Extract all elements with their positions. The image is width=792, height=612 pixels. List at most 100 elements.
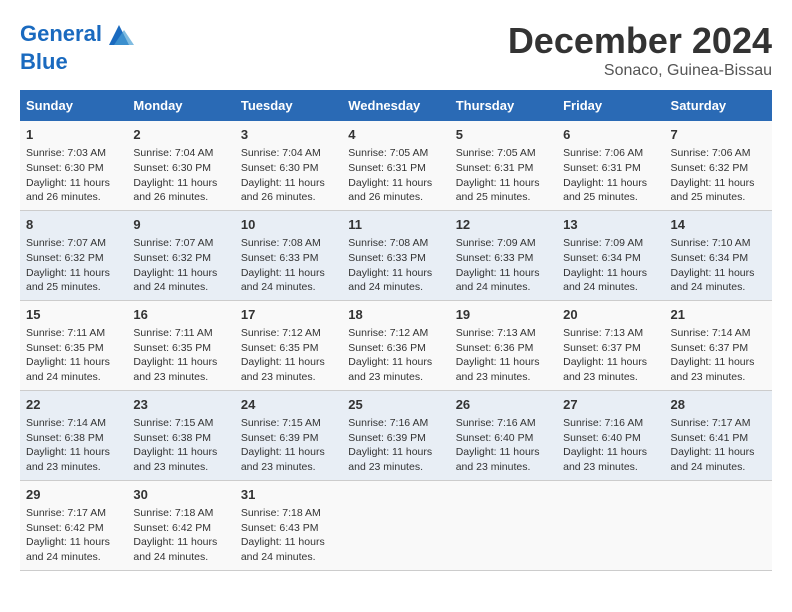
sunset: Sunset: 6:33 PM: [241, 252, 319, 264]
sunset: Sunset: 6:32 PM: [133, 252, 211, 264]
daylight: Daylight: 11 hours and 24 minutes.: [348, 267, 432, 294]
daylight: Daylight: 11 hours and 25 minutes.: [671, 177, 755, 204]
sunset: Sunset: 6:35 PM: [241, 342, 319, 354]
day-number: 23: [133, 396, 228, 414]
calendar-day-cell: 21Sunrise: 7:14 AMSunset: 6:37 PMDayligh…: [665, 300, 772, 390]
calendar-week-row: 1 Sunrise: 7:03 AM Sunset: 6:30 PM Daylight…: [20, 121, 772, 210]
daylight: Daylight: 11 hours and 23 minutes.: [348, 446, 432, 473]
calendar-day-cell: 25Sunrise: 7:16 AMSunset: 6:39 PMDayligh…: [342, 390, 449, 480]
day-number: 7: [671, 126, 766, 144]
day-number: 22: [26, 396, 121, 414]
weekday-header: Friday: [557, 90, 664, 121]
calendar-day-cell: 19 Sunrise: 7:13 AM Sunset: 6:36 PM Dayligh…: [450, 300, 557, 390]
sunset: Sunset: 6:40 PM: [456, 432, 534, 444]
sunrise: Sunrise: 7:05 AM: [348, 147, 428, 159]
calendar-day-cell: 30Sunrise: 7:18 AMSunset: 6:42 PMDayligh…: [127, 480, 234, 570]
calendar-day-cell: 29Sunrise: 7:17 AMSunset: 6:42 PMDayligh…: [20, 480, 127, 570]
sunset: Sunset: 6:42 PM: [133, 522, 211, 534]
calendar-day-cell: [450, 480, 557, 570]
sunrise: Sunrise: 7:11 AM: [133, 327, 212, 339]
calendar-day-cell: 22Sunrise: 7:14 AMSunset: 6:38 PMDayligh…: [20, 390, 127, 480]
sunrise: Sunrise: 7:14 AM: [671, 327, 751, 339]
weekday-header: Thursday: [450, 90, 557, 121]
sunset: Sunset: 6:32 PM: [671, 162, 749, 174]
day-number: 8: [26, 216, 121, 234]
daylight: Daylight: 11 hours and 24 minutes.: [563, 267, 647, 294]
daylight: Daylight: 11 hours and 24 minutes.: [241, 536, 325, 563]
daylight: Daylight: 11 hours and 24 minutes.: [241, 267, 325, 294]
sunset: Sunset: 6:30 PM: [26, 162, 104, 174]
month-title: December 2024: [508, 20, 772, 62]
title-section: December 2024 Sonaco, Guinea-Bissau: [508, 20, 772, 80]
daylight: Daylight: 11 hours and 23 minutes.: [671, 356, 755, 383]
sunrise: Sunrise: 7:06 AM: [563, 147, 643, 159]
sunset: Sunset: 6:33 PM: [348, 252, 426, 264]
logo-blue: Blue: [20, 50, 134, 74]
sunset: Sunset: 6:36 PM: [348, 342, 426, 354]
day-number: 20: [563, 306, 658, 324]
calendar-day-cell: 18Sunrise: 7:12 AMSunset: 6:36 PMDayligh…: [342, 300, 449, 390]
daylight: Daylight: 11 hours and 23 minutes.: [563, 356, 647, 383]
calendar-day-cell: [342, 480, 449, 570]
day-number: 25: [348, 396, 443, 414]
daylight: Daylight: 11 hours and 25 minutes.: [26, 267, 110, 294]
day-number: 3: [241, 126, 336, 144]
day-number: 1: [26, 126, 121, 144]
weekday-header: Saturday: [665, 90, 772, 121]
day-number: 27: [563, 396, 658, 414]
calendar-day-cell: 10Sunrise: 7:08 AMSunset: 6:33 PMDayligh…: [235, 210, 342, 300]
calendar-day-cell: 4Sunrise: 7:05 AMSunset: 6:31 PMDaylight…: [342, 121, 449, 210]
daylight: Daylight: 11 hours and 26 minutes.: [241, 177, 325, 204]
daylight: Daylight: 11 hours and 23 minutes.: [241, 446, 325, 473]
sunrise: Sunrise: 7:04 AM: [241, 147, 321, 159]
sunrise: Sunrise: 7:12 AM: [241, 327, 321, 339]
calendar-day-cell: 5Sunrise: 7:05 AMSunset: 6:31 PMDaylight…: [450, 121, 557, 210]
day-number: 28: [671, 396, 766, 414]
calendar-day-cell: 23Sunrise: 7:15 AMSunset: 6:38 PMDayligh…: [127, 390, 234, 480]
day-number: 19: [456, 306, 551, 324]
calendar-day-cell: 11Sunrise: 7:08 AMSunset: 6:33 PMDayligh…: [342, 210, 449, 300]
sunset: Sunset: 6:31 PM: [563, 162, 641, 174]
sunrise: Sunrise: 7:13 AM: [456, 327, 536, 339]
sunset: Sunset: 6:40 PM: [563, 432, 641, 444]
daylight: Daylight: 11 hours and 23 minutes.: [456, 356, 540, 383]
calendar-day-cell: 27Sunrise: 7:16 AMSunset: 6:40 PMDayligh…: [557, 390, 664, 480]
calendar-day-cell: 7Sunrise: 7:06 AMSunset: 6:32 PMDaylight…: [665, 121, 772, 210]
calendar-day-cell: 1 Sunrise: 7:03 AM Sunset: 6:30 PM Daylight…: [20, 121, 127, 210]
sunrise: Sunrise: 7:15 AM: [241, 417, 321, 429]
calendar-day-cell: 9Sunrise: 7:07 AMSunset: 6:32 PMDaylight…: [127, 210, 234, 300]
day-number: 30: [133, 486, 228, 504]
daylight: Daylight: 11 hours and 23 minutes.: [456, 446, 540, 473]
sunset: Sunset: 6:32 PM: [26, 252, 104, 264]
calendar-day-cell: 20Sunrise: 7:13 AMSunset: 6:37 PMDayligh…: [557, 300, 664, 390]
day-number: 26: [456, 396, 551, 414]
day-number: 18: [348, 306, 443, 324]
sunset: Sunset: 6:41 PM: [671, 432, 749, 444]
calendar-week-row: 22Sunrise: 7:14 AMSunset: 6:38 PMDayligh…: [20, 390, 772, 480]
sunset: Sunset: 6:38 PM: [26, 432, 104, 444]
sunset: Sunset: 6:33 PM: [456, 252, 534, 264]
sunrise: Sunrise: 7:08 AM: [241, 237, 321, 249]
day-number: 12: [456, 216, 551, 234]
calendar-header-row: SundayMondayTuesdayWednesdayThursdayFrid…: [20, 90, 772, 121]
weekday-header: Wednesday: [342, 90, 449, 121]
calendar-week-row: 8Sunrise: 7:07 AMSunset: 6:32 PMDaylight…: [20, 210, 772, 300]
daylight: Daylight: 11 hours and 23 minutes.: [241, 356, 325, 383]
day-number: 29: [26, 486, 121, 504]
sunset: Sunset: 6:35 PM: [26, 342, 104, 354]
calendar-day-cell: 28Sunrise: 7:17 AMSunset: 6:41 PMDayligh…: [665, 390, 772, 480]
calendar-day-cell: [557, 480, 664, 570]
location: Sonaco, Guinea-Bissau: [508, 62, 772, 80]
calendar-day-cell: 31Sunrise: 7:18 AMSunset: 6:43 PMDayligh…: [235, 480, 342, 570]
sunset: Sunset: 6:31 PM: [456, 162, 534, 174]
daylight: Daylight: 11 hours and 25 minutes.: [563, 177, 647, 204]
sunrise: Sunrise: 7:05 AM: [456, 147, 536, 159]
daylight: Daylight: 11 hours and 24 minutes.: [671, 267, 755, 294]
sunset: Sunset: 6:30 PM: [133, 162, 211, 174]
sunset: Sunset: 6:37 PM: [671, 342, 749, 354]
sunset: Sunset: 6:36 PM: [456, 342, 534, 354]
sunset: Sunset: 6:38 PM: [133, 432, 211, 444]
daylight: Daylight: 11 hours and 26 minutes.: [26, 177, 110, 204]
sunrise: Sunrise: 7:16 AM: [348, 417, 428, 429]
sunrise: Sunrise: 7:03 AM: [26, 147, 106, 159]
